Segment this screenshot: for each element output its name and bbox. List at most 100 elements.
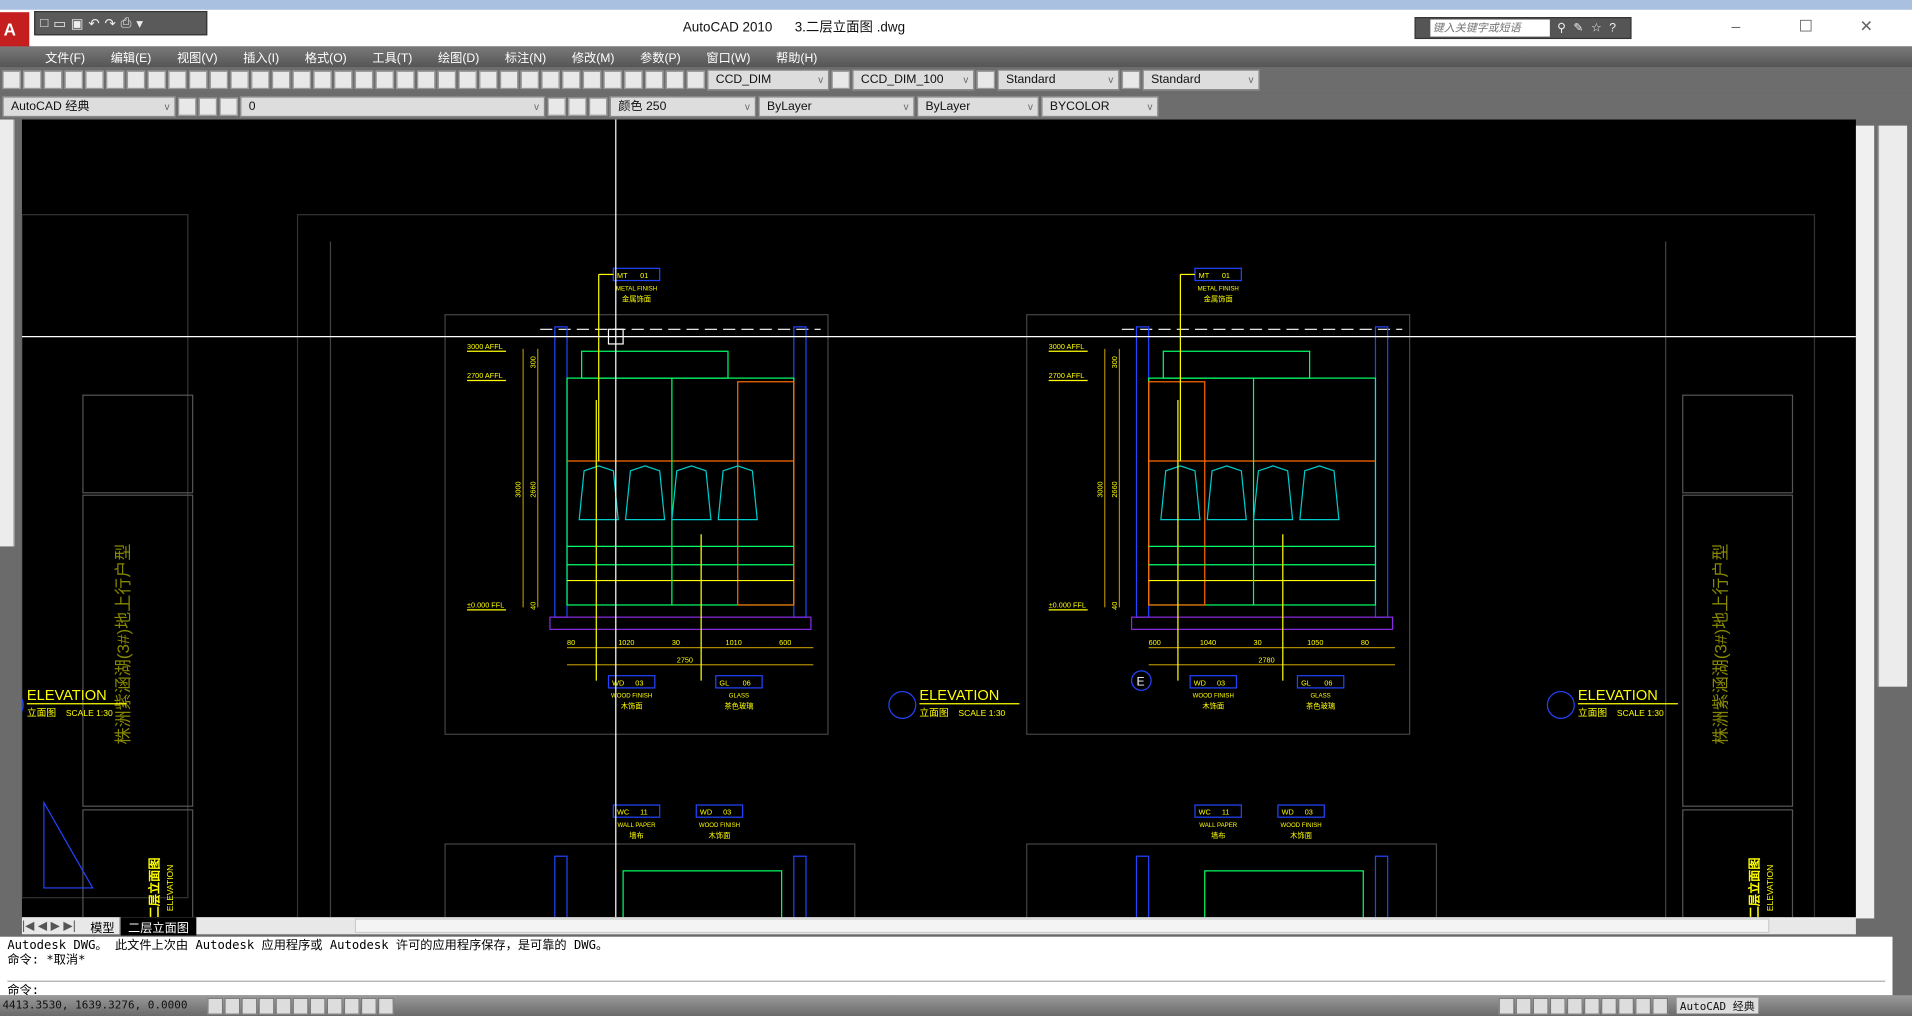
table-style-icon[interactable] <box>976 70 996 90</box>
tool-icon[interactable] <box>147 70 166 90</box>
drafting-toggle-button[interactable] <box>207 997 224 1015</box>
dim-style-select[interactable]: CCD_DIM_100 <box>852 69 975 91</box>
tool-icon[interactable] <box>375 70 394 90</box>
status-tool-button[interactable] <box>1566 997 1583 1015</box>
tool-icon[interactable] <box>85 70 104 90</box>
tool-icon[interactable] <box>292 70 311 90</box>
status-tool-button[interactable] <box>1651 997 1668 1015</box>
tool-icon[interactable] <box>603 70 622 90</box>
tool-icon[interactable] <box>168 70 187 90</box>
save-icon[interactable]: ▣ <box>71 15 84 31</box>
drafting-toggle-button[interactable] <box>292 997 309 1015</box>
tool-icon[interactable] <box>541 70 560 90</box>
table-style-select[interactable]: Standard <box>997 69 1120 91</box>
menu-item[interactable]: 标注(N) <box>505 48 546 65</box>
tool-icon[interactable] <box>23 70 42 90</box>
star-icon[interactable]: ☆ <box>1591 21 1602 34</box>
tab-layout[interactable]: 二层立面图 <box>120 916 197 935</box>
menu-item[interactable]: 文件(F) <box>45 48 85 65</box>
drafting-toggle-button[interactable] <box>360 997 377 1015</box>
menu-item[interactable]: 帮助(H) <box>776 48 817 65</box>
drafting-toggle-button[interactable] <box>224 997 241 1015</box>
mleader-style-select[interactable]: Standard <box>1142 69 1260 91</box>
workspace-select[interactable]: AutoCAD 经典 <box>2 96 176 118</box>
menu-item[interactable]: 参数(P) <box>640 48 681 65</box>
close-button[interactable]: ✕ <box>1860 17 1873 37</box>
drafting-toggle-button[interactable] <box>241 997 258 1015</box>
tool-icon[interactable] <box>334 70 353 90</box>
tool-icon[interactable] <box>665 70 685 90</box>
menu-item[interactable]: 工具(T) <box>372 48 412 65</box>
tool-icon[interactable] <box>582 70 602 90</box>
tool-icon[interactable] <box>562 70 581 90</box>
drawing-canvas[interactable]: 株洲紫涵湖(3#)地上行户型 株洲紫涵湖(3#)地上行户型 二层立面图 ELEVATI… <box>21 119 1856 918</box>
layer-state-icon[interactable] <box>547 97 566 116</box>
plot-icon[interactable]: ⎙ <box>121 15 132 31</box>
tool-icon[interactable] <box>624 70 643 90</box>
menu-item[interactable]: 修改(M) <box>572 48 615 65</box>
layer-state-icon[interactable] <box>588 97 608 116</box>
status-tool-button[interactable] <box>1634 997 1651 1015</box>
chevron-down-icon[interactable]: ▾ <box>136 15 143 31</box>
tool-icon[interactable] <box>106 70 125 90</box>
tool-icon[interactable] <box>2 70 21 90</box>
tool-icon[interactable] <box>64 70 83 90</box>
workspace-switch[interactable]: AutoCAD 经典 <box>1676 997 1759 1014</box>
tool-icon[interactable] <box>126 70 146 90</box>
redo-icon[interactable]: ↷ <box>104 15 115 31</box>
binoculars-icon[interactable]: ⚲ <box>1557 21 1566 34</box>
tab-model[interactable]: 模型 <box>85 916 121 935</box>
tool-icon[interactable] <box>458 70 477 90</box>
plotstyle-select[interactable]: BYCOLOR <box>1041 96 1159 118</box>
drafting-toggle-button[interactable] <box>258 997 275 1015</box>
tool-icon[interactable] <box>251 70 270 90</box>
layer-tool-icon[interactable] <box>178 97 197 116</box>
drafting-toggle-button[interactable] <box>343 997 360 1015</box>
tool-icon[interactable] <box>43 70 63 90</box>
drafting-toggle-button[interactable] <box>378 997 394 1015</box>
menu-item[interactable]: 窗口(W) <box>706 48 750 65</box>
drafting-toggle-button[interactable] <box>275 997 292 1015</box>
key-icon[interactable]: ✎ <box>1573 21 1583 34</box>
vertical-scrollbar[interactable] <box>1855 125 1875 919</box>
tool-icon[interactable] <box>417 70 436 90</box>
dim-style-icon[interactable] <box>831 70 850 90</box>
tool-icon[interactable] <box>437 70 457 90</box>
tool-icon[interactable] <box>396 70 415 90</box>
menu-item[interactable]: 绘图(D) <box>438 48 479 65</box>
status-tool-button[interactable] <box>1600 997 1617 1015</box>
maximize-button[interactable]: ☐ <box>1799 17 1813 37</box>
status-tool-button[interactable] <box>1532 997 1549 1015</box>
new-icon[interactable]: □ <box>40 16 48 31</box>
text-style-select[interactable]: CCD_DIM <box>707 69 830 91</box>
open-icon[interactable]: ▭ <box>53 15 66 31</box>
layer-tool-icon[interactable] <box>198 97 218 116</box>
menu-item[interactable]: 视图(V) <box>177 48 218 65</box>
lineweight-select[interactable]: ByLayer <box>916 96 1039 118</box>
mleader-style-icon[interactable] <box>1121 70 1141 90</box>
tool-icon[interactable] <box>271 70 291 90</box>
status-tool-button[interactable] <box>1515 997 1532 1015</box>
menu-item[interactable]: 格式(O) <box>305 48 347 65</box>
tab-nav-arrows[interactable]: |◀ ◀ ▶ ▶| <box>22 919 85 932</box>
tool-icon[interactable] <box>189 70 208 90</box>
layer-state-icon[interactable] <box>568 97 587 116</box>
menu-item[interactable]: 插入(I) <box>243 48 279 65</box>
search-input[interactable] <box>1430 19 1550 37</box>
help-icon[interactable]: ? <box>1609 21 1616 34</box>
tool-icon[interactable] <box>209 70 229 90</box>
color-select[interactable]: 颜色 250 <box>609 96 757 118</box>
layer-tool-icon[interactable] <box>219 97 238 116</box>
tool-icon[interactable] <box>479 70 498 90</box>
drafting-toggle-button[interactable] <box>326 997 343 1015</box>
draw-toolbar[interactable] <box>0 119 15 547</box>
linetype-select[interactable]: ByLayer <box>758 96 915 118</box>
layer-select[interactable]: 0 <box>240 96 546 118</box>
undo-icon[interactable]: ↶ <box>88 15 99 31</box>
tool-icon[interactable] <box>230 70 249 90</box>
tool-icon[interactable] <box>520 70 539 90</box>
minimize-button[interactable]: – <box>1732 17 1741 35</box>
drafting-toggle-button[interactable] <box>309 997 326 1015</box>
status-tool-button[interactable] <box>1617 997 1634 1015</box>
menu-item[interactable]: 编辑(E) <box>111 48 152 65</box>
